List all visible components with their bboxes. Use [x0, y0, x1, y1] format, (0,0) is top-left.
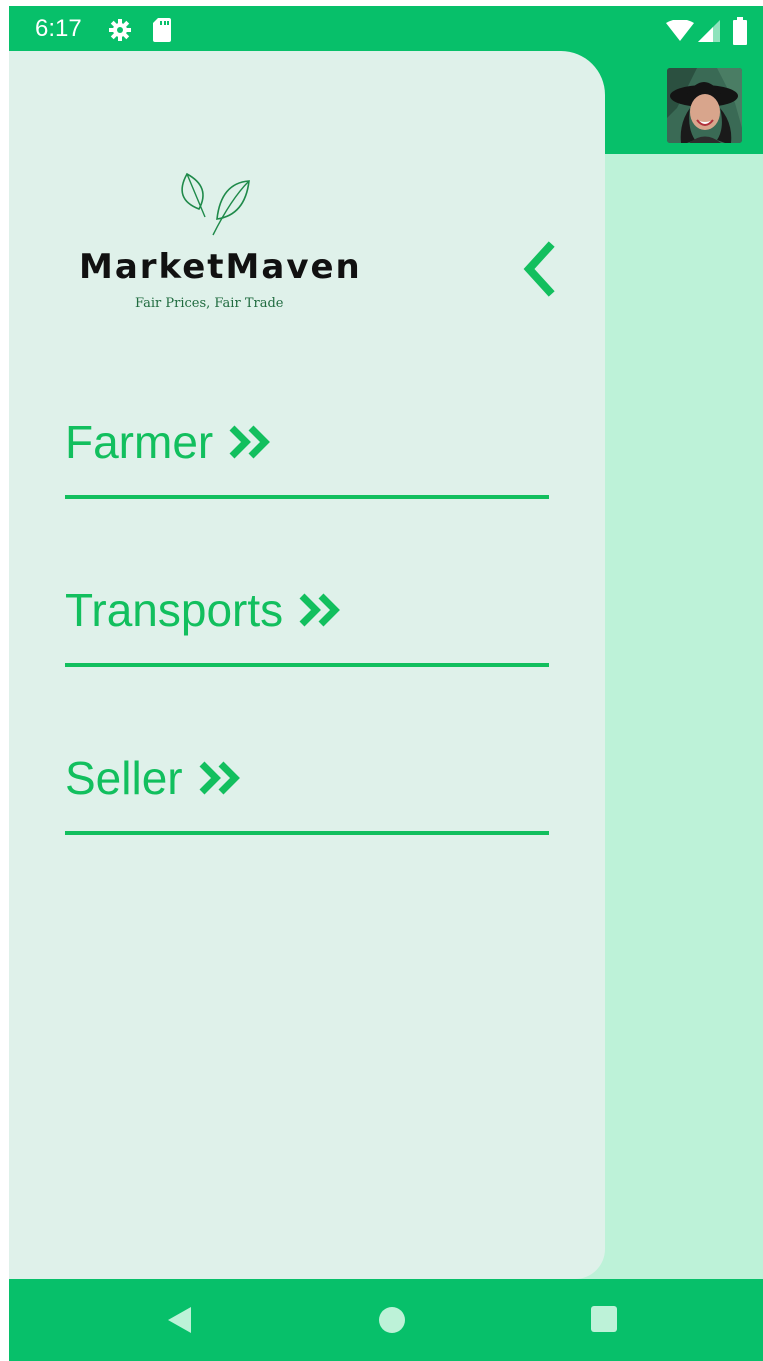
system-navigation-bar [9, 1279, 763, 1361]
recents-square-icon[interactable] [590, 1305, 618, 1338]
menu-item-label: Transports [65, 584, 284, 636]
double-chevron-right-icon [229, 425, 271, 459]
gear-icon [108, 18, 132, 47]
sd-card-icon [152, 17, 172, 48]
divider [65, 663, 549, 667]
menu-item-label: Seller [65, 752, 183, 804]
home-circle-icon[interactable] [378, 1306, 406, 1339]
menu-item-label: Farmer [65, 416, 214, 468]
app-screen: 6:17 MarketMaven Fair Prices, Fair Trade… [9, 6, 763, 1361]
signal-icon [697, 19, 721, 48]
battery-icon [733, 17, 747, 50]
menu-item-seller[interactable]: Seller [65, 751, 549, 839]
avatar[interactable] [667, 68, 742, 143]
navigation-drawer: MarketMaven Fair Prices, Fair Trade Farm… [9, 51, 605, 1279]
leaves-logo-icon [181, 172, 250, 236]
chevron-left-icon [523, 241, 555, 297]
menu-item-transports[interactable]: Transports [65, 583, 549, 671]
wifi-icon [666, 19, 694, 47]
menu-item-farmer[interactable]: Farmer [65, 415, 549, 503]
logo: MarketMaven Fair Prices, Fair Trade [71, 169, 371, 359]
close-drawer-button[interactable] [517, 241, 561, 297]
double-chevron-right-icon [299, 593, 341, 627]
logo-name: MarketMaven [79, 247, 362, 287]
back-triangle-icon[interactable] [165, 1305, 195, 1340]
logo-tagline: Fair Prices, Fair Trade [135, 296, 284, 311]
divider [65, 495, 549, 499]
status-bar: 6:17 [9, 6, 763, 54]
status-time: 6:17 [35, 15, 82, 42]
double-chevron-right-icon [199, 761, 240, 795]
divider [65, 831, 549, 835]
